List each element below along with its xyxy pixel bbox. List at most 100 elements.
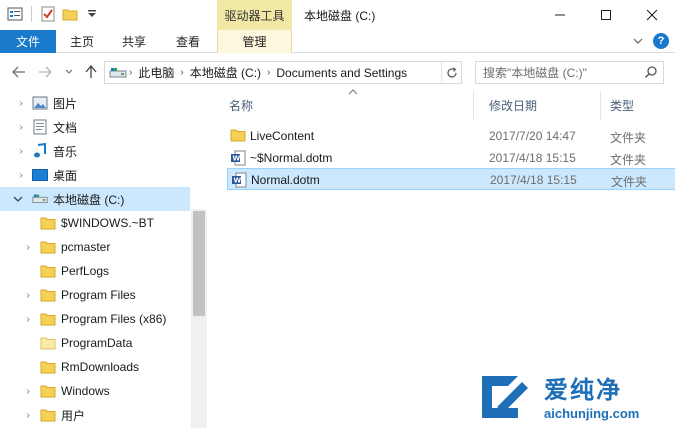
nav-label: 文档 [53,120,78,135]
expand-chevron-icon[interactable]: › [15,121,27,133]
nav-item-local-disk-c[interactable]: 本地磁盘 (C:) [0,187,190,211]
tab-share[interactable]: 共享 [114,30,154,53]
expand-chevron-icon[interactable]: › [22,385,34,397]
expand-chevron-icon[interactable]: › [22,409,34,421]
nav-item-folder[interactable]: PerfLogs [0,259,190,283]
breadcrumb-chevron-icon[interactable]: › [265,67,272,78]
nav-label: Program Files [61,288,136,302]
column-header-name[interactable]: 名称 [229,91,253,119]
nav-label: pcmaster [61,240,111,254]
expand-chevron-icon[interactable]: › [15,145,27,157]
file-type: 文件夹 [610,153,647,167]
folder-icon [40,359,56,375]
file-date: 2017/4/18 15:15 [490,173,577,187]
nav-label: ProgramData [61,336,133,350]
minimize-icon[interactable] [537,0,583,30]
nav-label: Windows [61,384,110,398]
folder-icon [40,311,56,327]
nav-item-pictures[interactable]: › 图片 [0,91,190,115]
nav-label: 桌面 [53,168,78,183]
pictures-icon [32,95,48,111]
search-placeholder: 搜索"本地磁盘 (C:)" [483,66,587,80]
ribbon-right-controls: ? [633,33,669,49]
file-row[interactable]: W ~$Normal.dotm 2017/4/18 15:15 文件夹 [227,147,675,169]
tab-file[interactable]: 文件 [0,30,56,53]
recent-locations-chevron-icon[interactable] [60,62,78,82]
nav-item-music[interactable]: › 音乐 [0,139,190,163]
search-icon[interactable] [644,65,658,82]
svg-text:W: W [234,177,242,185]
nav-item-folder[interactable]: › 用户 [0,403,190,427]
column-divider[interactable] [600,91,601,119]
breadcrumb-local-disk[interactable]: 本地磁盘 (C:) [186,64,265,81]
close-icon[interactable] [629,0,675,30]
nav-item-folder[interactable]: › Program Files (x86) [0,307,190,331]
nav-label: PerfLogs [61,264,110,278]
tab-home[interactable]: 主页 [62,30,102,53]
window-title: 本地磁盘 (C:) [304,9,376,23]
drive-icon [32,191,48,207]
breadcrumb-this-pc[interactable]: 此电脑 [134,64,178,81]
title-bar: 驱动器工具 本地磁盘 (C:) [0,0,675,30]
quick-access-toolbar [6,4,101,24]
expand-chevron-icon[interactable]: › [15,97,27,109]
expand-chevron-icon[interactable]: › [22,289,34,301]
expand-chevron-icon[interactable]: › [22,313,34,325]
ribbon-tabs: 文件 主页 共享 查看 管理 ? [0,30,675,53]
maximize-icon[interactable] [583,0,629,30]
file-row-selected[interactable]: W Normal.dotm 2017/4/18 15:15 文件夹 [227,168,675,190]
tab-view[interactable]: 查看 [168,30,208,53]
folder-icon [40,383,56,399]
desktop-icon [32,167,48,183]
sort-ascending-icon [348,87,358,97]
file-row[interactable]: LiveContent 2017/7/20 14:47 文件夹 [227,125,675,147]
refresh-icon[interactable] [441,62,461,83]
search-input[interactable]: 搜索"本地磁盘 (C:)" [475,61,664,84]
checkmark-icon[interactable] [39,4,57,24]
forward-arrow-icon[interactable] [36,62,54,82]
expand-chevron-icon[interactable]: › [15,169,27,181]
folder-icon [40,407,56,423]
nav-item-folder[interactable]: › pcmaster [0,235,190,259]
scrollbar-thumb[interactable] [193,211,205,316]
nav-item-folder[interactable]: RmDownloads [0,355,190,379]
folder-icon [40,287,56,303]
expand-chevron-icon[interactable]: › [22,241,34,253]
collapse-chevron-icon[interactable] [12,193,24,205]
customize-qat-icon[interactable] [83,4,101,24]
column-header-type[interactable]: 类型 [610,91,634,119]
nav-item-documents[interactable]: › 文档 [0,115,190,139]
folder-icon [230,128,246,144]
nav-item-folder[interactable]: › Windows [0,379,190,403]
file-type: 文件夹 [611,175,648,189]
watermark: 爱纯净 aichunjing.com [478,370,670,426]
up-arrow-icon[interactable] [82,62,100,82]
qat-separator [31,6,32,22]
new-folder-icon[interactable] [61,4,79,24]
expand-ribbon-icon[interactable] [633,34,643,48]
music-icon [32,143,48,159]
folder-icon [40,335,56,351]
nav-item-folder[interactable]: ProgramData [0,331,190,355]
help-icon[interactable]: ? [653,33,669,49]
properties-icon[interactable] [6,4,24,24]
file-name: ~$Normal.dotm [250,151,333,165]
address-bar[interactable]: › 此电脑 › 本地磁盘 (C:) › Documents and Settin… [104,61,462,84]
watermark-title: 爱纯净 [544,376,622,404]
nav-label: 本地磁盘 (C:) [53,192,125,207]
column-header-date[interactable]: 修改日期 [489,91,537,119]
breadcrumb-chevron-icon[interactable]: › [178,67,185,78]
nav-item-folder[interactable]: $WINDOWS.~BT [0,211,190,235]
column-divider[interactable] [473,91,474,119]
navpane-scrollbar[interactable] [191,209,207,428]
nav-label: Program Files (x86) [61,312,167,326]
breadcrumb-chevron-icon[interactable]: › [127,67,134,78]
nav-item-folder[interactable]: › Program Files [0,283,190,307]
file-name: LiveContent [250,129,315,143]
breadcrumb-documents-and-settings[interactable]: Documents and Settings [272,66,411,80]
nav-label: $WINDOWS.~BT [61,216,155,230]
svg-text:W: W [233,155,241,163]
nav-item-desktop[interactable]: › 桌面 [0,163,190,187]
back-arrow-icon[interactable] [10,62,28,82]
tab-manage[interactable]: 管理 [217,30,292,53]
